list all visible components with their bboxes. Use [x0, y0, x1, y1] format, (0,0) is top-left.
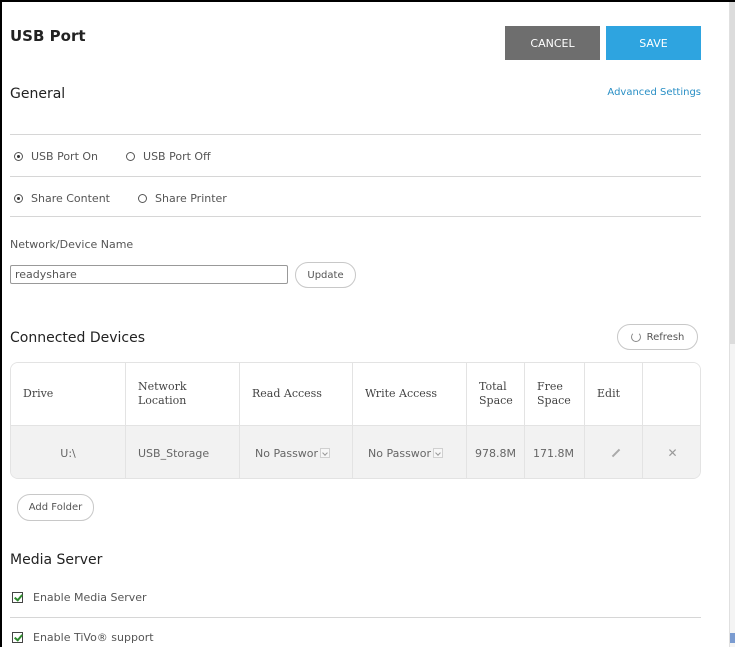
- usb-port-radio-group: USB Port On USB Port Off: [14, 150, 211, 163]
- cell-network-location: USB_Storage: [126, 426, 240, 478]
- usb-port-off-option[interactable]: USB Port Off: [126, 150, 211, 163]
- column-header-free-space: Free Space: [525, 363, 585, 425]
- enable-tivo-label: Enable TiVo® support: [33, 631, 154, 644]
- add-folder-button[interactable]: Add Folder: [17, 494, 94, 521]
- cell-edit: [585, 426, 643, 478]
- read-access-value: No Passwor: [255, 446, 319, 460]
- vertical-scrollbar[interactable]: [729, 2, 735, 647]
- media-server-heading: Media Server: [10, 552, 103, 568]
- connected-devices-table: Drive Network Location Read Access Write …: [10, 362, 701, 479]
- cell-write-access: No Passwor: [353, 426, 467, 478]
- read-access-select[interactable]: No Passwor: [255, 446, 331, 460]
- cell-delete: ✕: [643, 426, 700, 478]
- divider: [10, 176, 701, 177]
- column-header-write-access-label: Write Access: [365, 387, 438, 400]
- usb-port-on-radio[interactable]: [14, 152, 23, 161]
- network-device-name-label: Network/Device Name: [10, 238, 134, 251]
- column-header-total-space: Total Space: [467, 363, 525, 425]
- cell-network-location-value: USB_Storage: [138, 446, 210, 460]
- connected-devices-heading: Connected Devices: [10, 330, 146, 346]
- cell-read-access: No Passwor: [240, 426, 353, 478]
- page-title: USB Port: [10, 27, 86, 45]
- save-button[interactable]: SAVE: [606, 26, 701, 60]
- write-access-value: No Passwor: [368, 446, 432, 460]
- column-header-network-location-line2: Location: [138, 394, 187, 407]
- column-header-read-access: Read Access: [240, 363, 353, 425]
- divider: [10, 134, 701, 135]
- column-header-edit-label: Edit: [597, 387, 621, 400]
- column-header-total-space-line2: Space: [479, 394, 513, 407]
- column-header-total-space-label: Total Space: [479, 380, 513, 408]
- usb-port-on-label: USB Port On: [31, 150, 99, 163]
- table-header: Drive Network Location Read Access Write …: [11, 363, 700, 425]
- enable-media-server-checkbox[interactable]: [12, 592, 23, 603]
- column-header-network-location-line1: Network: [138, 380, 187, 393]
- share-content-option[interactable]: Share Content: [14, 192, 110, 205]
- cell-free-space: 171.8M: [525, 426, 585, 478]
- column-header-network-location-label: Network Location: [138, 380, 187, 408]
- enable-tivo-checkbox[interactable]: [12, 632, 23, 643]
- refresh-icon: [630, 332, 641, 342]
- general-heading: General: [10, 86, 66, 102]
- refresh-label: Refresh: [646, 331, 685, 343]
- write-access-select[interactable]: No Passwor: [368, 446, 444, 460]
- column-header-write-access: Write Access: [353, 363, 467, 425]
- share-content-radio[interactable]: [14, 194, 23, 203]
- usb-port-on-option[interactable]: USB Port On: [14, 150, 98, 163]
- scrollbar-thumb[interactable]: [730, 2, 735, 344]
- scroll-down-arrow-icon[interactable]: [730, 633, 735, 643]
- enable-tivo-row[interactable]: Enable TiVo® support: [12, 631, 154, 644]
- cancel-button[interactable]: CANCEL: [505, 26, 600, 60]
- refresh-button[interactable]: Refresh: [617, 324, 698, 350]
- chevron-down-icon: [320, 448, 331, 458]
- cell-drive-value: U:\: [60, 446, 76, 460]
- column-header-read-access-label: Read Access: [252, 387, 322, 400]
- enable-media-server-label: Enable Media Server: [33, 591, 147, 604]
- close-icon[interactable]: ✕: [667, 446, 677, 460]
- column-header-total-space-line1: Total: [479, 380, 507, 393]
- divider: [10, 216, 701, 217]
- column-header-drive-label: Drive: [23, 387, 54, 400]
- network-device-name-input[interactable]: [10, 265, 288, 284]
- share-radio-group: Share Content Share Printer: [14, 192, 227, 205]
- share-content-label: Share Content: [31, 192, 110, 205]
- enable-media-server-row[interactable]: Enable Media Server: [12, 591, 147, 604]
- usb-port-off-radio[interactable]: [126, 152, 136, 161]
- share-printer-radio[interactable]: [138, 194, 147, 203]
- chevron-down-icon: [433, 448, 444, 458]
- cell-free-space-value: 171.8M: [533, 446, 574, 460]
- column-header-drive: Drive: [11, 363, 126, 425]
- cell-drive: U:\: [11, 426, 126, 478]
- usb-port-page: USB Port CANCEL SAVE General Advanced Se…: [0, 0, 729, 647]
- divider: [10, 617, 701, 618]
- cell-total-space-value: 978.8M: [475, 446, 516, 460]
- update-button[interactable]: Update: [295, 262, 356, 288]
- column-header-network-location: Network Location: [126, 363, 240, 425]
- cell-total-space: 978.8M: [467, 426, 525, 478]
- share-printer-label: Share Printer: [155, 192, 227, 205]
- column-header-edit: Edit: [585, 363, 643, 425]
- column-header-free-space-label: Free Space: [537, 380, 571, 408]
- share-printer-option[interactable]: Share Printer: [138, 192, 227, 205]
- advanced-settings-link[interactable]: Advanced Settings: [590, 87, 701, 98]
- usb-port-off-label: USB Port Off: [143, 150, 211, 163]
- pencil-icon[interactable]: [611, 448, 621, 458]
- column-header-delete: [643, 363, 700, 425]
- table-row: U:\ USB_Storage No Passwor No Passwor 97…: [11, 425, 700, 478]
- column-header-free-space-line1: Free: [537, 380, 563, 393]
- column-header-free-space-line2: Space: [537, 394, 571, 407]
